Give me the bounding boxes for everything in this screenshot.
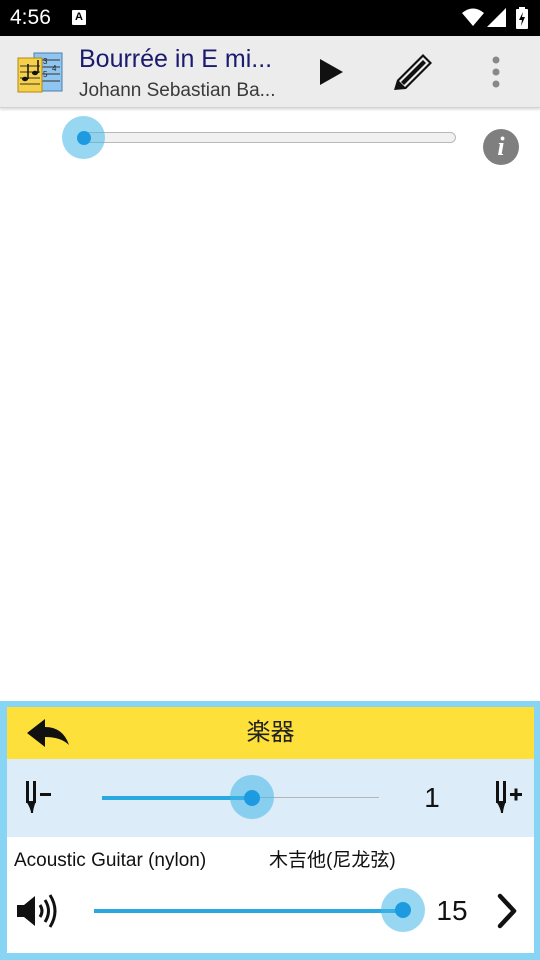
more-vert-icon[interactable]: [484, 54, 508, 90]
volume-value: 15: [436, 895, 468, 926]
signal-icon: [487, 8, 506, 27]
a-icon: A: [72, 10, 86, 25]
volume-slider-track[interactable]: [94, 909, 402, 913]
back-arrow-icon[interactable]: [25, 717, 71, 749]
status-bar: 4:56 A: [0, 0, 540, 36]
wifi-icon: [462, 8, 484, 26]
capo-value: 1: [424, 782, 440, 813]
status-icons: [462, 6, 532, 30]
playback-progress-thumb[interactable]: [77, 131, 91, 145]
playback-progress-slider[interactable]: [84, 132, 456, 143]
svg-text:5: 5: [43, 70, 48, 79]
instrument-panel: 楽器 1 Acoustic Guitar (nylon) 木吉他(尼龙弦) 15: [0, 701, 540, 960]
status-time: 4:56: [10, 6, 51, 29]
chevron-right-icon[interactable]: [492, 893, 522, 929]
capo-decrease-icon[interactable]: [23, 779, 53, 815]
pencil-icon[interactable]: [390, 50, 436, 94]
capo-row: 1: [7, 759, 534, 837]
instrument-panel-title: 楽器: [246, 719, 295, 746]
sheet-music-app-icon: 3 5 4: [17, 52, 63, 93]
volume-icon[interactable]: [15, 893, 61, 929]
song-artist: Johann Sebastian Ba...: [79, 80, 276, 101]
info-icon[interactable]: i: [483, 129, 519, 165]
capo-increase-icon[interactable]: [493, 779, 525, 815]
volume-slider-thumb[interactable]: [395, 902, 411, 918]
song-title: Bourrée in E mi...: [79, 45, 273, 73]
svg-text:3: 3: [43, 57, 48, 66]
instrument-panel-header: 楽器: [7, 707, 534, 759]
app-bar: 3 5 4 Bourrée in E mi... Johann Sebastia…: [0, 36, 540, 108]
instrument-name-en: Acoustic Guitar (nylon): [14, 850, 207, 871]
play-icon[interactable]: [312, 54, 348, 90]
capo-slider-thumb[interactable]: [244, 790, 260, 806]
battery-icon: [516, 7, 528, 29]
svg-text:4: 4: [52, 64, 57, 73]
instrument-row: Acoustic Guitar (nylon) 木吉他(尼龙弦) 15: [7, 837, 534, 953]
instrument-name-zh: 木吉他(尼龙弦): [269, 850, 396, 871]
